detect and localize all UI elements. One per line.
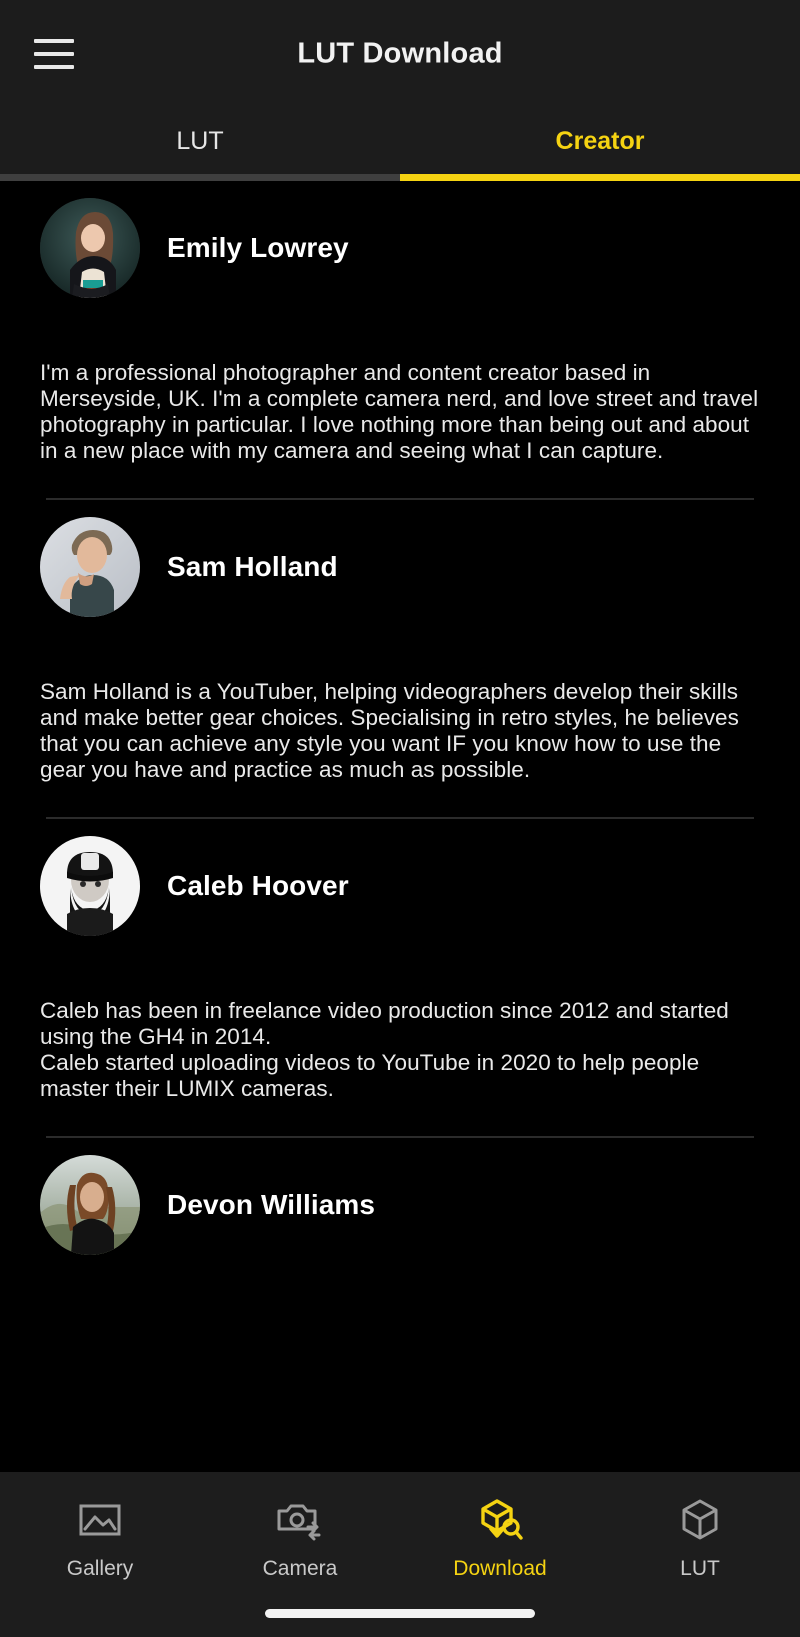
cube-icon (672, 1494, 728, 1546)
nav-label-download: Download (453, 1557, 547, 1580)
creator-header: Emily Lowrey (40, 181, 760, 298)
avatar-devon-williams[interactable] (40, 1155, 140, 1255)
avatar-emily-lowrey[interactable] (40, 198, 140, 298)
tab-indicator-inactive (0, 174, 400, 181)
tab-lut[interactable]: LUT (0, 108, 400, 181)
creator-card[interactable]: Emily Lowrey I'm a professional photogra… (0, 181, 800, 500)
creator-bio: Sam Holland is a YouTuber, helping video… (40, 679, 739, 782)
tab-indicator-active (400, 174, 800, 181)
creator-name: Emily Lowrey (167, 232, 349, 263)
avatar-sam-holland[interactable] (40, 517, 140, 617)
creator-card[interactable]: Caleb Hoover Caleb has been in freelance… (0, 819, 800, 1138)
creator-name: Devon Williams (167, 1189, 376, 1220)
nav-item-lut[interactable]: LUT (600, 1494, 800, 1581)
gallery-icon (72, 1494, 128, 1546)
creator-bio: I'm a professional photographer and cont… (40, 360, 759, 463)
creator-bio: Caleb has been in freelance video produc… (40, 998, 729, 1101)
camera-transfer-icon (272, 1494, 328, 1546)
nav-label-camera: Camera (262, 1557, 338, 1580)
tab-creator[interactable]: Creator (400, 108, 800, 181)
tab-bar: LUT Creator (0, 108, 800, 181)
creator-header: Devon Williams (40, 1138, 760, 1255)
nav-label-lut: LUT (680, 1557, 720, 1580)
creator-header: Caleb Hoover (40, 819, 760, 936)
cube-download-search-icon (472, 1494, 528, 1546)
nav-label-gallery: Gallery (66, 1557, 134, 1580)
app-screen: LUT Download LUT Creator Emily Lowrey I'… (0, 0, 800, 1637)
app-bar: LUT Download (0, 0, 800, 108)
creator-name: Sam Holland (167, 551, 338, 582)
home-indicator-area (0, 1589, 800, 1637)
avatar-caleb-hoover[interactable] (40, 836, 140, 936)
creator-card[interactable]: Sam Holland Sam Holland is a YouTuber, h… (0, 500, 800, 819)
nav-item-gallery[interactable]: Gallery (0, 1494, 200, 1581)
creator-card[interactable]: Devon Williams (0, 1138, 800, 1255)
creator-name: Caleb Hoover (167, 870, 349, 901)
nav-item-camera[interactable]: Camera (200, 1494, 400, 1581)
creator-list[interactable]: Emily Lowrey I'm a professional photogra… (0, 181, 800, 1472)
nav-item-download[interactable]: Download (400, 1494, 600, 1581)
home-indicator[interactable] (265, 1608, 535, 1618)
page-title: LUT Download (297, 37, 503, 70)
tab-indicator (0, 174, 800, 181)
creator-header: Sam Holland (40, 500, 760, 617)
